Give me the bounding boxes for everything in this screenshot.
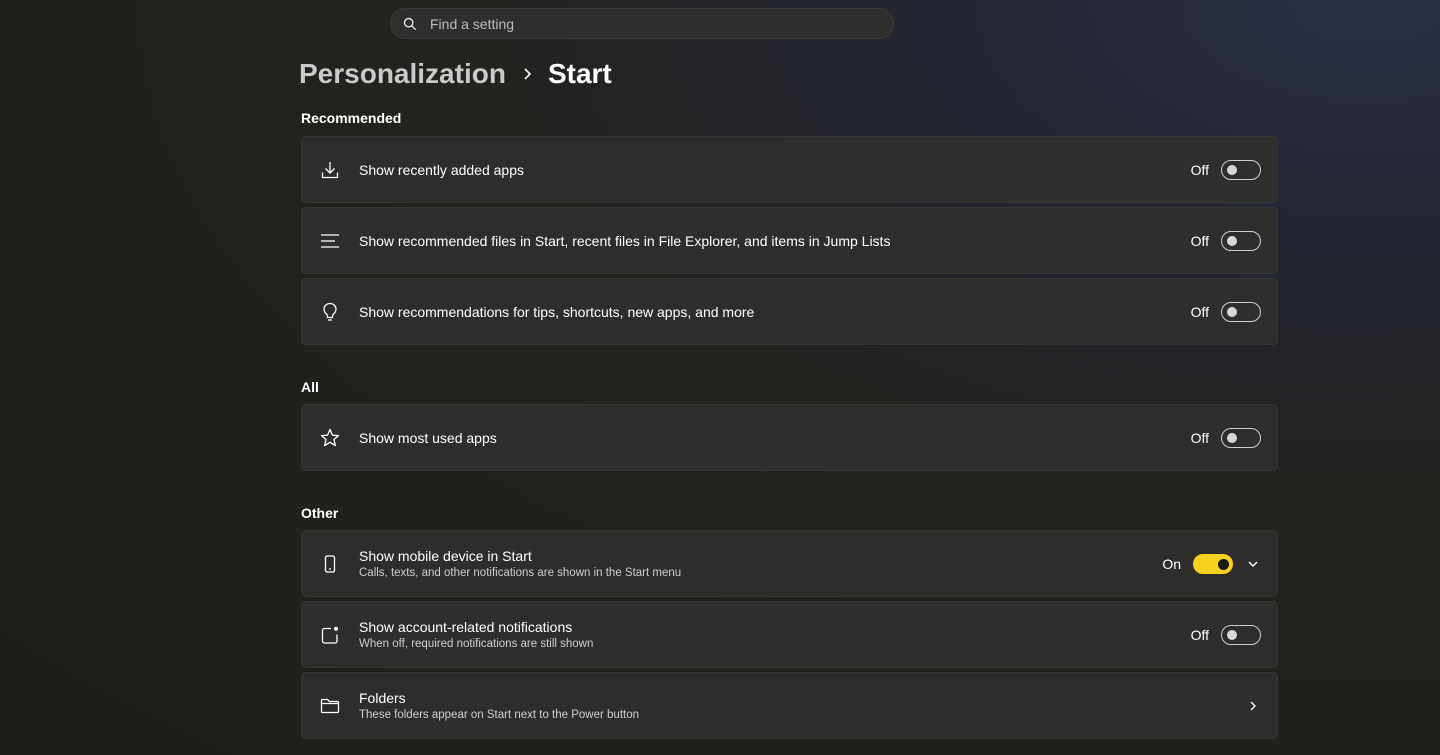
- page-title: Start: [547, 58, 612, 89]
- setting-title: Show recently added apps: [359, 161, 524, 178]
- toggle-knob: [1227, 629, 1237, 640]
- toggle-state-label: Off: [1190, 232, 1209, 249]
- setting-recommendations-tips: Show recommendations for tips, shortcuts…: [301, 278, 1278, 345]
- setting-title: Show recommended files in Start, recent …: [359, 232, 891, 249]
- toggle-knob: [1227, 432, 1237, 443]
- mobile-device-toggle[interactable]: [1193, 553, 1233, 574]
- breadcrumb: Personalization Start: [299, 56, 612, 92]
- setting-subtitle: Calls, texts, and other notifications ar…: [359, 567, 682, 579]
- breadcrumb-parent-link[interactable]: Personalization: [299, 58, 506, 90]
- section-title-recommended: Recommended: [301, 110, 402, 126]
- toggle-knob: [1227, 306, 1237, 317]
- section-title-other: Other: [301, 505, 339, 521]
- setting-title: Folders: [359, 690, 406, 706]
- recent-apps-toggle[interactable]: [1221, 159, 1261, 180]
- chevron-down-icon[interactable]: [1245, 556, 1261, 572]
- toggle-state-label: Off: [1190, 303, 1209, 320]
- chevron-right-icon[interactable]: [1245, 698, 1261, 714]
- setting-folders[interactable]: Folders These folders appear on Start ne…: [301, 672, 1278, 739]
- recommended-files-toggle[interactable]: [1221, 230, 1261, 251]
- star-icon: [320, 428, 340, 448]
- toggle-state-label: Off: [1190, 626, 1209, 643]
- toggle-knob: [1227, 164, 1237, 175]
- account-notifications-toggle[interactable]: [1221, 624, 1261, 645]
- setting-account-notifications: Show account-related notifications When …: [301, 601, 1278, 668]
- toggle-state-label: Off: [1190, 429, 1209, 446]
- setting-subtitle: When off, required notifications are sti…: [359, 638, 594, 650]
- section-title-all: All: [301, 379, 319, 395]
- toggle-knob: [1218, 558, 1229, 570]
- setting-subtitle: These folders appear on Start next to th…: [359, 709, 640, 721]
- list-icon: [320, 231, 340, 251]
- toggle-state-label: On: [1162, 555, 1181, 572]
- toggle-knob: [1227, 235, 1237, 246]
- setting-title: Show account-related notifications: [359, 619, 573, 635]
- setting-title: Show mobile device in Start: [359, 548, 532, 564]
- phone-icon: [320, 554, 340, 574]
- notification-badge-icon: [320, 625, 340, 645]
- setting-recommended-files: Show recommended files in Start, recent …: [301, 207, 1278, 274]
- download-icon: [320, 160, 340, 180]
- search-input[interactable]: [430, 15, 870, 32]
- setting-title: Show recommendations for tips, shortcuts…: [359, 303, 755, 320]
- setting-mobile-device[interactable]: Show mobile device in Start Calls, texts…: [301, 530, 1278, 597]
- most-used-apps-toggle[interactable]: [1221, 427, 1261, 448]
- search-icon: [403, 17, 417, 30]
- search-box[interactable]: [390, 8, 894, 39]
- chevron-right-icon: [506, 67, 548, 81]
- setting-title: Show most used apps: [359, 429, 497, 446]
- toggle-state-label: Off: [1190, 161, 1209, 178]
- setting-most-used-apps: Show most used apps Off: [301, 404, 1278, 471]
- folder-icon: [320, 696, 340, 716]
- lightbulb-icon: [320, 302, 340, 322]
- recommendations-tips-toggle[interactable]: [1221, 301, 1261, 322]
- setting-recent-apps: Show recently added apps Off: [301, 136, 1278, 203]
